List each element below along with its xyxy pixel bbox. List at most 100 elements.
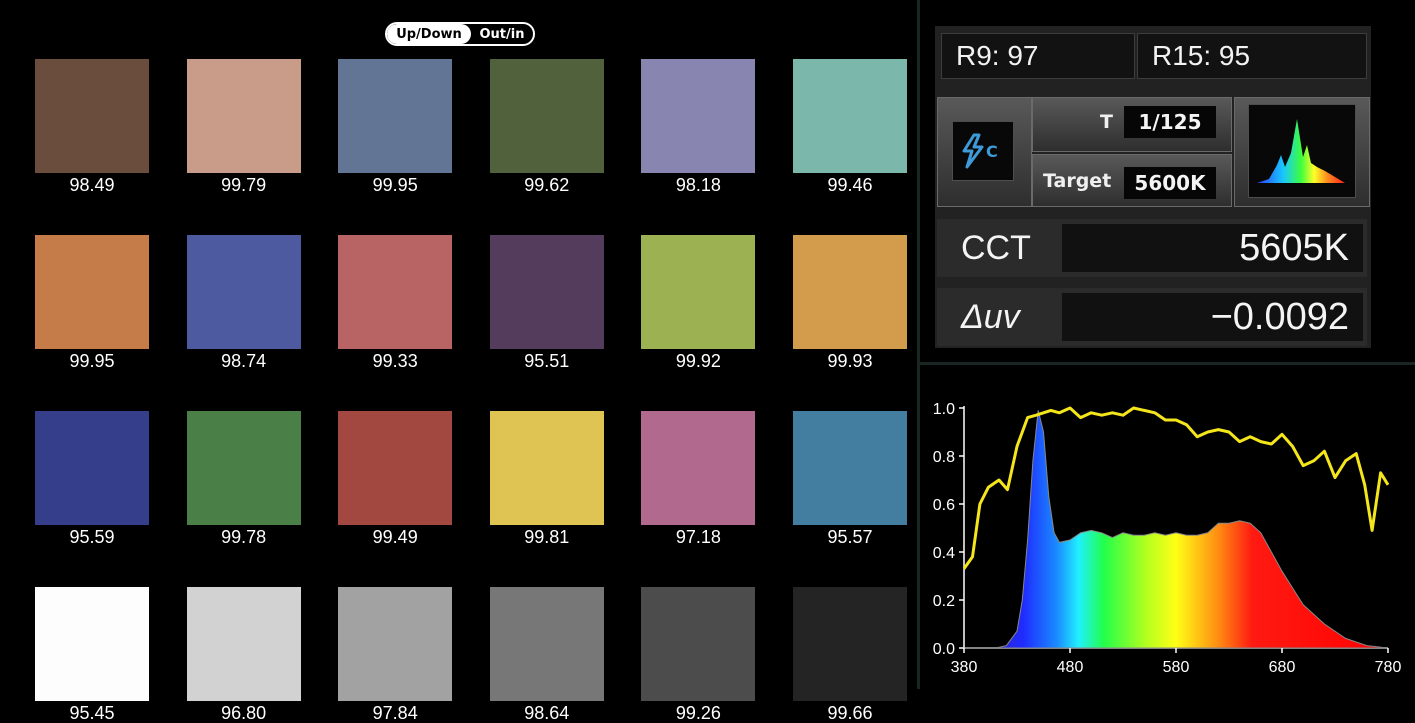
duv-label: Δuv [961,297,1020,336]
color-swatch [792,59,907,173]
color-swatch [338,411,453,525]
y-tick-label: 0.2 [933,593,955,610]
swatch-score: 99.92 [675,351,721,371]
color-swatch [489,59,604,173]
r9-readout: R9: 97 [941,33,1135,79]
swatch-cell: 95.59 [35,411,149,546]
swatch-score: 95.59 [69,527,115,547]
color-swatch [641,59,756,173]
color-swatch [186,59,301,173]
swatch-cell: 99.49 [338,411,453,547]
swatch-score: 99.33 [372,351,418,371]
swatch-cell: 97.18 [641,411,756,547]
swatch-score: 98.18 [675,175,721,195]
swatch-cell: 99.62 [489,59,604,195]
swatch-score: 98.74 [221,351,267,371]
color-swatch [641,235,756,349]
cct-label: CCT [961,228,1031,267]
flash-c-icon-glyph: C [962,133,998,169]
color-swatch [792,587,907,701]
y-tick-label: 0.8 [933,449,955,466]
swatch-score: 97.18 [675,527,721,547]
swatch-cell: 97.84 [338,587,453,723]
swatch-cell: 95.45 [35,587,149,722]
swatch-score: 99.95 [69,351,115,371]
color-swatch [35,587,149,701]
swatch-score: 99.46 [827,175,873,195]
swatch-cell: 98.64 [489,587,604,723]
color-swatch [641,411,756,525]
color-swatch [641,587,756,701]
swatch-cell: 99.92 [641,235,756,371]
x-tick-label: 780 [1375,659,1402,676]
x-tick-label: 680 [1269,659,1296,676]
color-swatch [186,235,301,349]
swatch-score: 98.49 [69,175,115,195]
swatch-cell: 96.80 [186,587,301,723]
swatch-cell: 99.79 [186,59,301,195]
swatch-score: 99.66 [827,703,873,723]
swatch-score: 95.45 [69,703,115,723]
swatch-score: 99.62 [524,175,570,195]
y-tick-label: 0.4 [933,545,955,562]
spectral-power-area [964,410,1389,649]
svg-text:C: C [986,142,998,161]
up-down-out-in-toggle[interactable]: Up/Down Out/in [385,22,535,46]
swatch-cell: 98.18 [641,59,756,195]
swatch-cell: 99.95 [338,59,453,195]
cct-value: 5605K [1062,224,1363,272]
color-swatch [338,59,453,173]
y-tick-label: 1.0 [933,401,955,418]
swatch-cell: 99.81 [489,411,604,547]
color-swatch [35,59,149,173]
duv-value: −0.0092 [1062,293,1363,341]
spectrum-icon[interactable] [1248,104,1356,198]
swatch-score: 99.81 [524,527,570,547]
swatch-score: 99.95 [372,175,418,195]
swatch-score: 96.80 [221,703,267,723]
swatch-cell: 99.95 [35,235,149,370]
color-swatch-grid: 98.49 99.79 99.95 99.62 98.18 99.46 99.95 98.74… [35,59,907,722]
y-tick-label: 0.0 [933,641,955,658]
shutter-value: 1/125 [1124,106,1216,138]
color-swatch [186,411,301,525]
swatch-score: 97.84 [372,703,418,723]
spectrum-icon-glyph [1257,119,1345,183]
color-swatch [489,235,604,349]
toggle-option-out-in[interactable]: Out/in [471,24,533,44]
swatch-cell: 99.33 [338,235,453,371]
x-tick-label: 380 [951,659,978,676]
t-label: T [1100,111,1113,133]
r15-readout: R15: 95 [1137,33,1367,79]
x-tick-label: 580 [1163,659,1190,676]
toggle-option-up-down[interactable]: Up/Down [387,24,471,44]
swatch-cell: 99.93 [792,235,907,371]
swatch-cell: 95.57 [792,411,907,547]
color-swatch [338,587,453,701]
swatch-score: 99.78 [221,527,267,547]
color-swatch [35,235,149,349]
swatch-cell: 99.78 [186,411,301,547]
target-label: Target [1043,170,1112,192]
color-swatch [186,587,301,701]
cct-row: CCT 5605K [937,219,1367,277]
swatch-cell: 98.74 [186,235,301,371]
color-swatch [792,411,907,525]
color-swatch [338,235,453,349]
swatch-score: 95.51 [524,351,570,371]
flash-c-icon[interactable]: C [952,121,1014,181]
swatch-score: 95.57 [827,527,873,547]
swatch-score: 99.49 [372,527,418,547]
color-swatch [489,587,604,701]
color-swatch [489,411,604,525]
spectral-distribution-chart: 0.0 0.2 0.4 0.6 0.8 1.0 380 480 580 680 780 [933,401,1402,676]
color-swatch [35,411,149,525]
swatch-score: 98.64 [524,703,570,723]
swatch-score: 99.93 [827,351,873,371]
target-value: 5600K [1124,167,1216,199]
x-tick-label: 480 [1057,659,1084,676]
swatch-cell: 95.51 [489,235,604,371]
swatch-score: 99.26 [675,703,721,723]
swatch-score: 99.79 [221,175,267,195]
swatch-cell: 99.46 [792,59,907,195]
